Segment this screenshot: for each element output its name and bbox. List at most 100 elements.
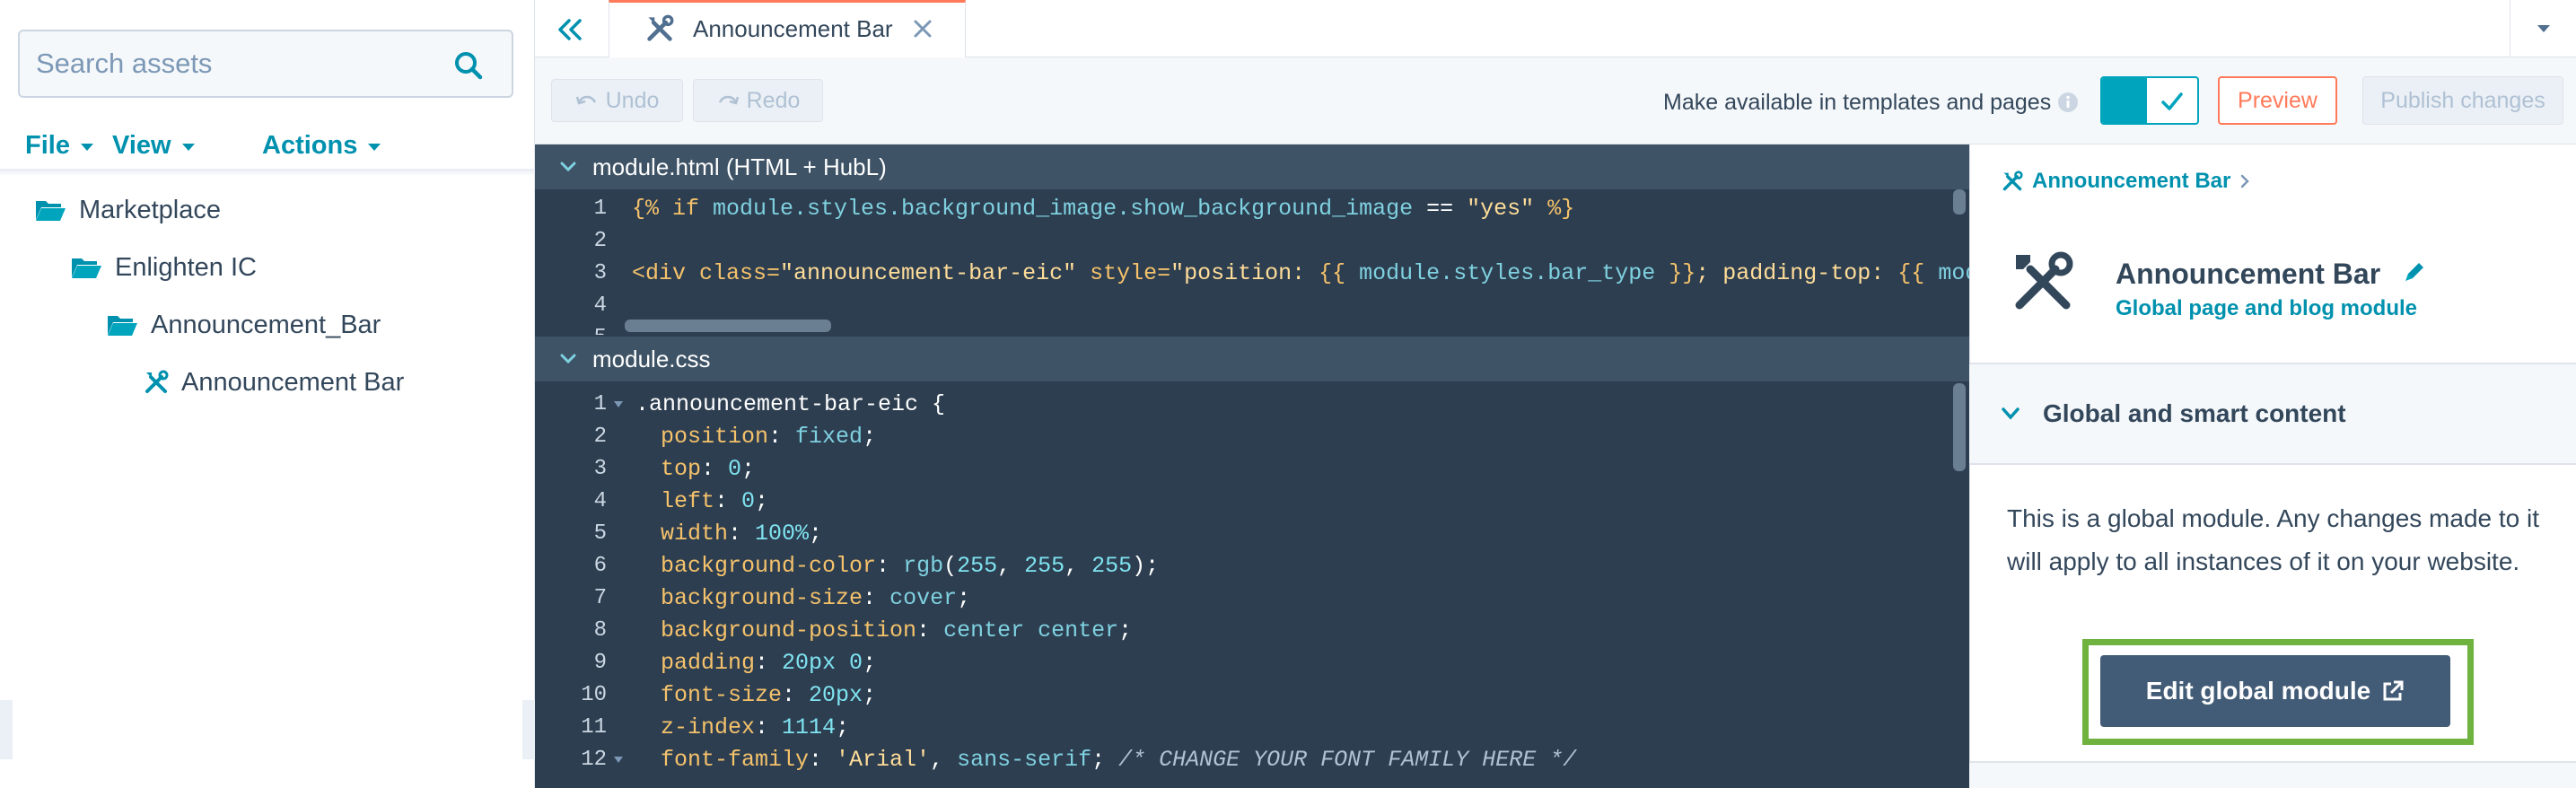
- tree-item-label: Announcement_Bar: [151, 310, 381, 339]
- line-number: 9: [593, 651, 607, 675]
- module-title: Announcement Bar: [2116, 258, 2381, 290]
- line-number: 3: [593, 457, 607, 481]
- view-menu-label: View: [112, 131, 171, 160]
- external-link-icon: [2381, 679, 2405, 703]
- module-icon: [645, 14, 674, 43]
- code-line: width: 100%;: [661, 521, 823, 547]
- html-code-area[interactable]: {% if module.styles.background_image.sho…: [625, 189, 1969, 335]
- code-line: font-family: 'Arial', sans-serif; /* CHA…: [661, 747, 1577, 773]
- file-menu-label: File: [25, 131, 70, 160]
- view-menu[interactable]: View: [112, 131, 195, 161]
- code-line: position: fixed;: [661, 424, 877, 450]
- breadcrumb[interactable]: Announcement Bar: [2002, 169, 2250, 194]
- toggle-knob: [2102, 78, 2147, 123]
- pencil-icon[interactable]: [2402, 259, 2427, 285]
- caret-down-icon: [2537, 24, 2551, 33]
- code-line: background-position: center center;: [661, 617, 1133, 644]
- info-icon[interactable]: [2057, 92, 2079, 113]
- html-vertical-scrollbar[interactable]: [1953, 189, 1966, 215]
- code-line: {% if module.styles.background_image.sho…: [632, 196, 1575, 222]
- undo-icon: [575, 92, 599, 109]
- publish-changes-button[interactable]: Publish changes: [2362, 76, 2563, 125]
- file-menu[interactable]: File: [25, 131, 93, 161]
- line-number: 5: [593, 521, 607, 546]
- line-number: 2: [593, 425, 607, 449]
- breadcrumb-label: Announcement Bar: [2032, 169, 2231, 193]
- code-line: left: 0;: [661, 488, 769, 514]
- folder-open-icon: [70, 255, 102, 280]
- search-icon[interactable]: [451, 48, 486, 83]
- actions-menu-label: Actions: [262, 131, 358, 160]
- line-number: 11: [581, 715, 607, 740]
- code-line: .announcement-bar-eic {: [635, 391, 946, 417]
- caret-down-icon: [181, 144, 195, 151]
- actions-menu[interactable]: Actions: [262, 131, 381, 161]
- tree-item-enlighten-ic[interactable]: Enlighten IC: [70, 250, 257, 285]
- code-line: padding: 20px 0;: [661, 650, 877, 676]
- folder-open-icon: [106, 312, 138, 337]
- search-input[interactable]: [36, 44, 440, 83]
- html-pane-header[interactable]: module.html (HTML + HubL): [535, 144, 1969, 189]
- chevron-down-icon: [560, 162, 576, 172]
- code-line: z-index: 1114;: [661, 714, 850, 740]
- global-smart-content-section[interactable]: Global and smart content: [1969, 364, 2576, 463]
- tab-announcement-bar[interactable]: Announcement Bar: [609, 0, 966, 58]
- edit-global-label: Edit global module: [2145, 677, 2371, 705]
- fold-arrow-icon[interactable]: [614, 757, 623, 763]
- module-subtitle[interactable]: Global page and blog module: [2116, 296, 2417, 321]
- edit-global-module-button[interactable]: Edit global module: [2100, 655, 2450, 727]
- line-number: 7: [593, 586, 607, 610]
- code-line: background-size: cover;: [661, 585, 971, 611]
- line-number: 2: [593, 229, 607, 253]
- css-code-area[interactable]: .announcement-bar-eic { position: fixed;…: [625, 381, 1969, 788]
- module-icon: [2002, 171, 2023, 192]
- css-pane-header[interactable]: module.css: [535, 337, 1969, 381]
- fold-arrow-icon[interactable]: [614, 401, 623, 407]
- css-pane-title: module.css: [592, 345, 711, 372]
- tree-item-announcement-bar-folder[interactable]: Announcement_Bar: [106, 307, 381, 343]
- tab-label: Announcement Bar: [693, 15, 893, 42]
- tree-item-label: Announcement Bar: [181, 367, 405, 397]
- close-icon[interactable]: [910, 16, 935, 41]
- css-line-gutter: 1 2 3 4 5 6 7 8 9 10 11 12: [535, 381, 625, 788]
- line-number: 4: [593, 489, 607, 513]
- collapse-sidebar-button[interactable]: [539, 7, 601, 52]
- caret-down-icon: [368, 144, 381, 151]
- line-number: 5: [535, 322, 607, 335]
- line-number: 3: [593, 261, 607, 285]
- make-available-toggle[interactable]: [2100, 76, 2199, 125]
- redo-icon: [716, 92, 740, 109]
- folder-open-icon: [34, 197, 66, 223]
- html-pane-title: module.html (HTML + HubL): [592, 153, 887, 180]
- tab-overflow-dropdown[interactable]: [2510, 0, 2576, 57]
- check-icon: [2158, 87, 2186, 116]
- tree-item-announcement-bar-module[interactable]: Announcement Bar: [144, 364, 404, 400]
- sidebar-scrollbar[interactable]: [0, 700, 13, 759]
- code-line: top: 0;: [661, 456, 756, 482]
- module-icon: [144, 370, 169, 395]
- tree-item-marketplace[interactable]: Marketplace: [34, 192, 221, 228]
- html-horizontal-scrollbar[interactable]: [625, 320, 831, 332]
- double-chevron-left-icon: [556, 18, 583, 41]
- line-number: 8: [593, 618, 607, 643]
- menu-divider: [0, 169, 535, 176]
- line-number: 10: [581, 683, 607, 707]
- tree-item-label: Enlighten IC: [115, 252, 257, 282]
- preview-button[interactable]: Preview: [2218, 76, 2337, 125]
- chevron-right-icon: [2239, 173, 2250, 189]
- section-title: Global and smart content: [2043, 399, 2346, 427]
- code-line: <div class="announcement-bar-eic" style=…: [632, 260, 1969, 286]
- divider: [1969, 463, 2576, 465]
- sidebar-resize-handle[interactable]: [522, 700, 535, 759]
- next-section-collapsed[interactable]: [1969, 763, 2576, 788]
- undo-button[interactable]: Undo: [551, 79, 683, 122]
- line-number: 1: [593, 392, 607, 416]
- redo-button[interactable]: Redo: [693, 79, 823, 122]
- caret-down-icon: [80, 144, 93, 151]
- line-number: 4: [593, 293, 607, 318]
- redo-label: Redo: [746, 87, 801, 113]
- undo-label: Undo: [605, 87, 660, 113]
- html-line-gutter: 1 2 3 4 5: [535, 189, 625, 335]
- css-vertical-scrollbar[interactable]: [1953, 383, 1966, 471]
- global-module-description: This is a global module. Any changes mad…: [2007, 504, 2540, 575]
